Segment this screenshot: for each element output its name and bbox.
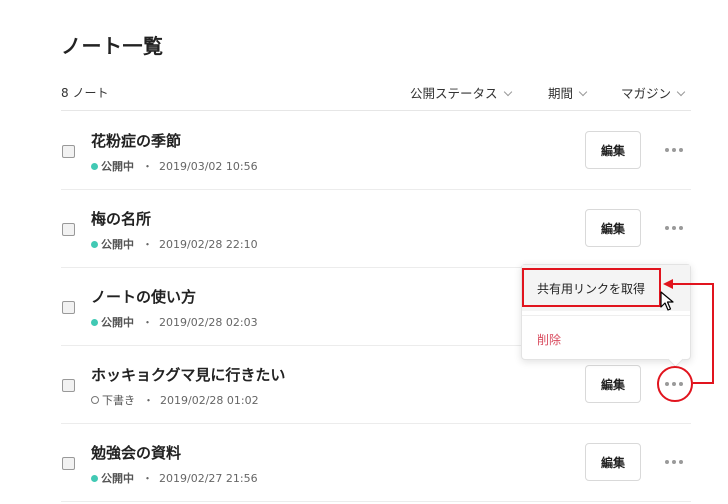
menu-item-share-link[interactable]: 共有用リンクを取得 bbox=[522, 265, 690, 311]
status-badge: 公開中 bbox=[101, 472, 134, 485]
separator: ・ bbox=[143, 394, 154, 407]
note-checkbox[interactable] bbox=[62, 379, 75, 392]
menu-item-delete[interactable]: 削除 bbox=[522, 327, 690, 351]
note-checkbox[interactable] bbox=[62, 457, 75, 470]
note-date: 2019/02/28 22:10 bbox=[159, 238, 258, 251]
note-actions-menu: 共有用リンクを取得 削除 bbox=[521, 264, 691, 360]
separator: ・ bbox=[142, 238, 153, 251]
status-published-dot bbox=[91, 319, 98, 326]
menu-divider bbox=[522, 315, 690, 316]
status-badge: 公開中 bbox=[101, 160, 134, 173]
edit-button[interactable]: 編集 bbox=[585, 443, 641, 481]
edit-button[interactable]: 編集 bbox=[585, 209, 641, 247]
filter-period[interactable]: 期間 bbox=[548, 83, 588, 102]
note-meta: 公開中・ 2019/02/27 21:56 bbox=[91, 470, 258, 486]
list-toolbar: 8 ノート 公開ステータス 期間 マガジン bbox=[61, 80, 691, 111]
status-published-dot bbox=[91, 163, 98, 170]
note-title[interactable]: 梅の名所 bbox=[91, 208, 151, 229]
more-horizontal-icon[interactable] bbox=[661, 140, 687, 160]
note-checkbox[interactable] bbox=[62, 301, 75, 314]
note-meta: 公開中・ 2019/03/02 10:56 bbox=[91, 158, 258, 174]
note-meta: 公開中・ 2019/02/28 22:10 bbox=[91, 236, 258, 252]
note-row: 花粉症の季節 公開中・ 2019/03/02 10:56 編集 bbox=[61, 112, 691, 190]
chevron-down-icon bbox=[578, 87, 588, 97]
note-row: 梅の名所 公開中・ 2019/02/28 22:10 編集 bbox=[61, 190, 691, 268]
note-date: 2019/03/02 10:56 bbox=[159, 160, 258, 173]
filter-publish-status[interactable]: 公開ステータス bbox=[410, 83, 512, 102]
separator: ・ bbox=[142, 472, 153, 485]
filter-magazine[interactable]: マガジン bbox=[621, 83, 686, 102]
separator: ・ bbox=[142, 160, 153, 173]
status-badge: 公開中 bbox=[101, 238, 134, 251]
note-title[interactable]: 花粉症の季節 bbox=[91, 130, 181, 151]
more-horizontal-icon[interactable] bbox=[661, 218, 687, 238]
note-count: 8 ノート bbox=[61, 86, 109, 100]
more-horizontal-icon[interactable] bbox=[661, 452, 687, 472]
separator: ・ bbox=[142, 316, 153, 329]
status-badge: 下書き bbox=[102, 394, 135, 407]
note-date: 2019/02/27 21:56 bbox=[159, 472, 258, 485]
chevron-down-icon bbox=[676, 87, 686, 97]
status-draft-dot bbox=[91, 396, 99, 404]
status-published-dot bbox=[91, 475, 98, 482]
note-title[interactable]: ノートの使い方 bbox=[91, 286, 196, 307]
edit-button[interactable]: 編集 bbox=[585, 365, 641, 403]
note-checkbox[interactable] bbox=[62, 223, 75, 236]
note-row: 勉強会の資料 公開中・ 2019/02/27 21:56 編集 bbox=[61, 424, 691, 502]
chevron-down-icon bbox=[503, 87, 512, 97]
note-date: 2019/02/28 01:02 bbox=[160, 394, 259, 407]
note-meta: 下書き・ 2019/02/28 01:02 bbox=[91, 392, 259, 408]
note-checkbox[interactable] bbox=[62, 145, 75, 158]
more-horizontal-icon[interactable] bbox=[661, 374, 687, 394]
note-title[interactable]: 勉強会の資料 bbox=[91, 442, 181, 463]
status-badge: 公開中 bbox=[101, 316, 134, 329]
page-title: ノート一覧 bbox=[61, 34, 164, 58]
filter-label: 期間 bbox=[548, 86, 574, 101]
filter-label: マガジン bbox=[621, 86, 672, 101]
filter-label: 公開ステータス bbox=[410, 86, 498, 101]
edit-button[interactable]: 編集 bbox=[585, 131, 641, 169]
note-title[interactable]: ホッキョクグマ見に行きたい bbox=[91, 364, 285, 385]
note-meta: 公開中・ 2019/02/28 02:03 bbox=[91, 314, 258, 330]
status-published-dot bbox=[91, 241, 98, 248]
note-date: 2019/02/28 02:03 bbox=[159, 316, 258, 329]
